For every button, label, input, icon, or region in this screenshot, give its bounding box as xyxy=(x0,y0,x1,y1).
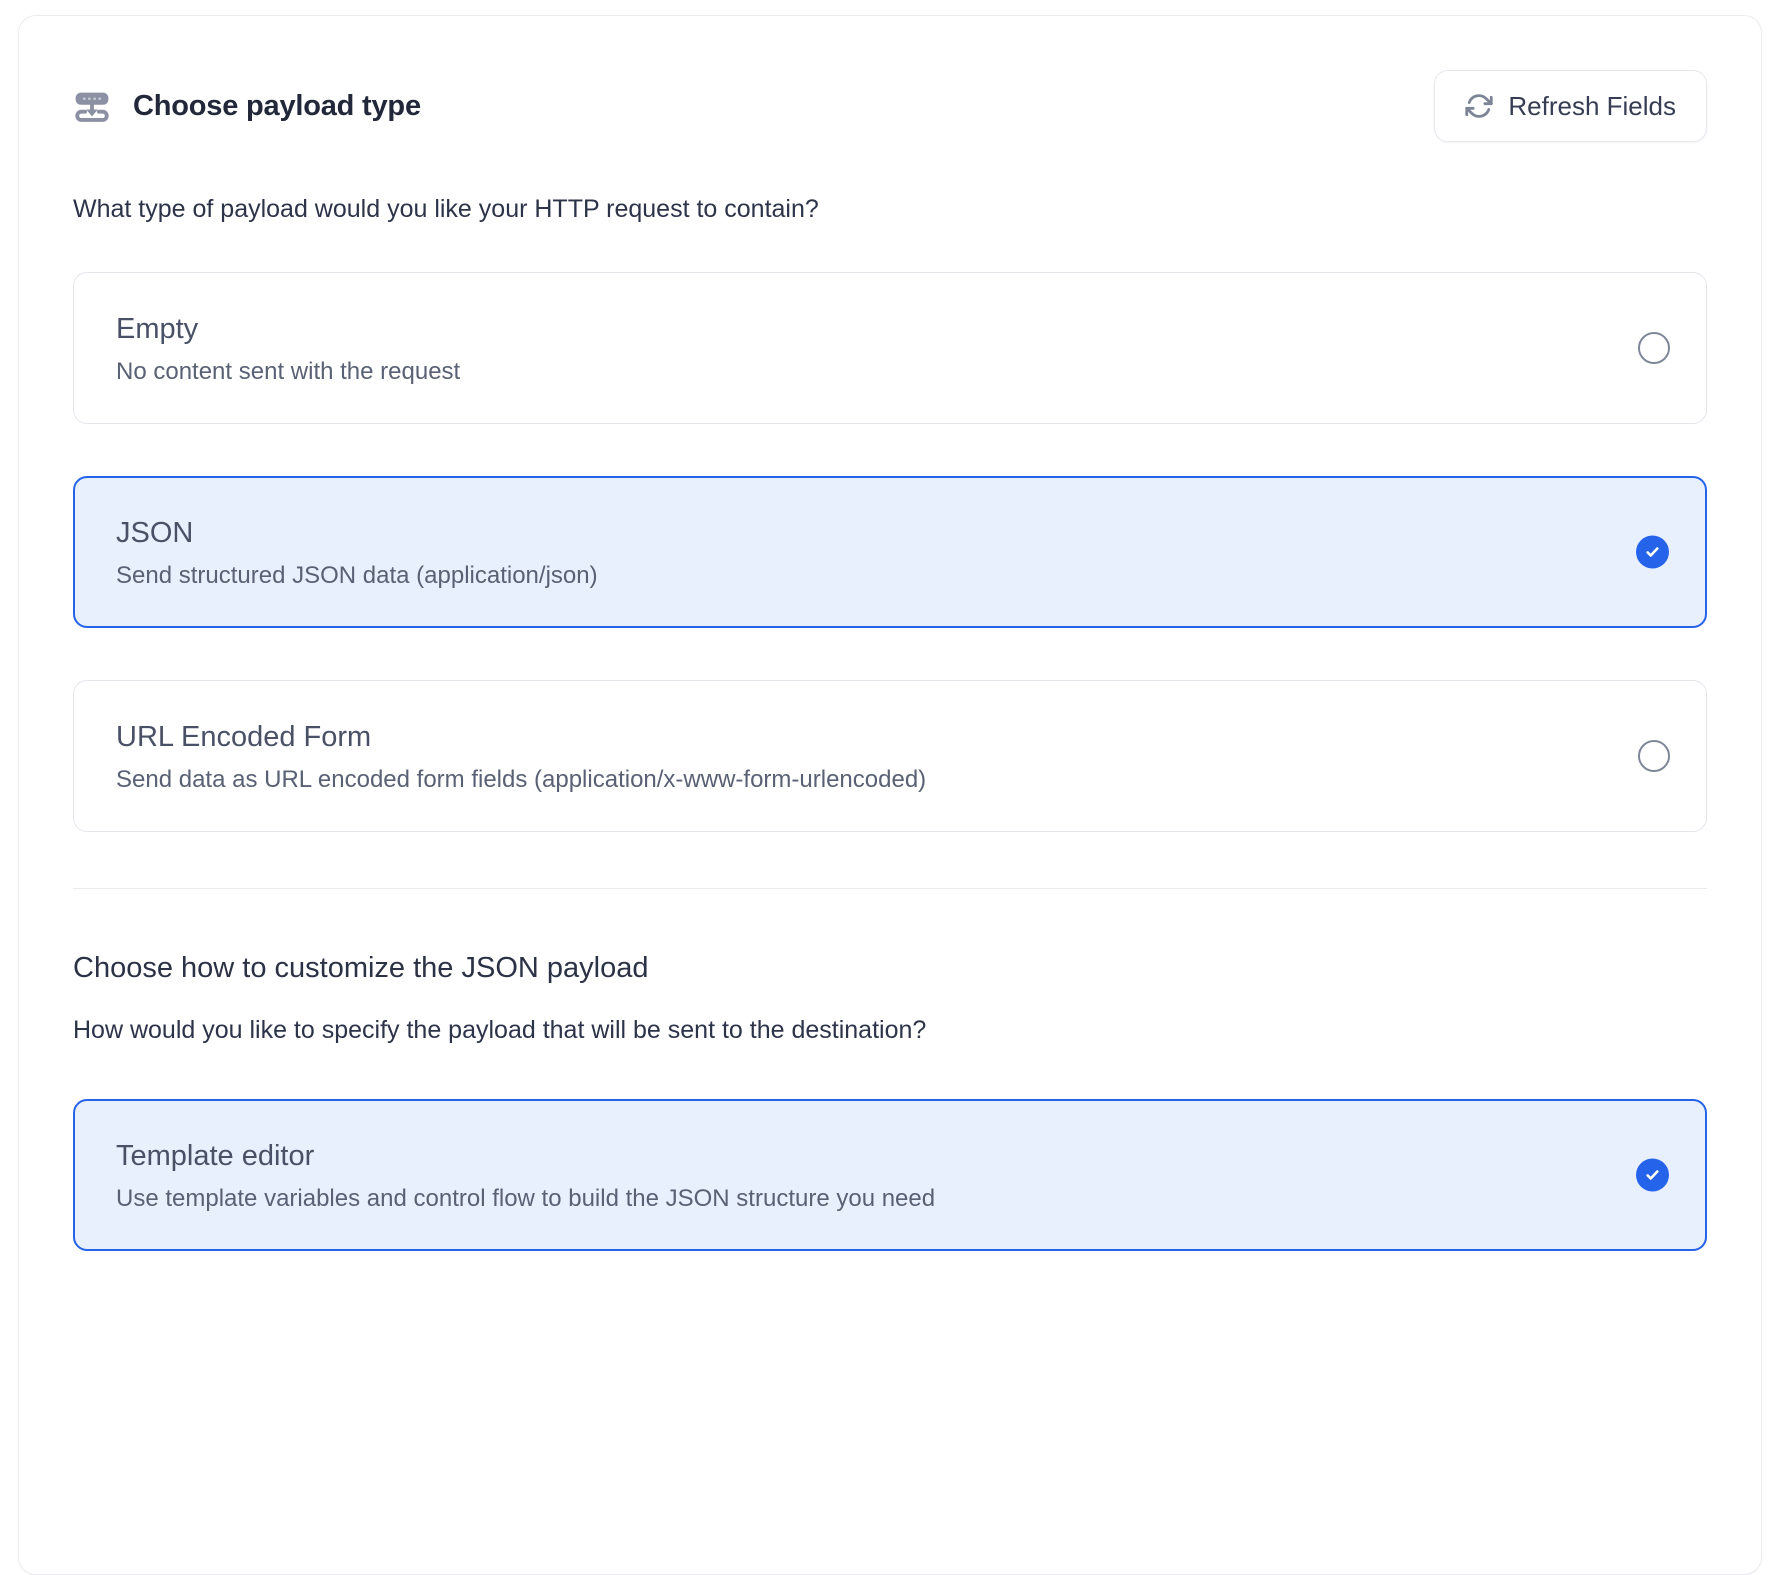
option-description: Send data as URL encoded form fields (ap… xyxy=(116,765,1586,795)
customize-question: How would you like to specify the payloa… xyxy=(73,1013,1707,1047)
option-title: JSON xyxy=(116,513,1586,553)
option-description: No content sent with the request xyxy=(116,357,1586,387)
customize-options: Template editor Use template variables a… xyxy=(73,1099,1707,1251)
customize-heading: Choose how to customize the JSON payload xyxy=(73,949,1707,987)
option-indicator[interactable] xyxy=(1638,332,1670,364)
payload-type-question: What type of payload would you like your… xyxy=(73,192,1707,226)
refresh-fields-button[interactable]: Refresh Fields xyxy=(1434,70,1707,142)
payload-option-empty[interactable]: Empty No content sent with the request xyxy=(73,272,1707,424)
payload-type-options: Empty No content sent with the request J… xyxy=(73,272,1707,832)
option-description: Use template variables and control flow … xyxy=(116,1184,1586,1214)
refresh-icon xyxy=(1465,92,1493,120)
payload-option-json[interactable]: JSON Send structured JSON data (applicat… xyxy=(73,476,1707,628)
option-title: Empty xyxy=(116,309,1586,349)
radio-circle-icon[interactable] xyxy=(1638,740,1670,772)
panel-header-left: Choose payload type xyxy=(73,89,421,124)
refresh-fields-label: Refresh Fields xyxy=(1508,91,1676,122)
panel-header: Choose payload type Refresh Fields xyxy=(73,70,1707,142)
check-circle-icon[interactable] xyxy=(1636,1159,1669,1192)
page-title: Choose payload type xyxy=(133,90,421,123)
payload-settings-panel: Choose payload type Refresh Fields What … xyxy=(18,15,1762,1575)
payload-tray-icon xyxy=(73,89,111,124)
check-circle-icon[interactable] xyxy=(1636,536,1669,569)
radio-circle-icon[interactable] xyxy=(1638,332,1670,364)
option-indicator[interactable] xyxy=(1638,740,1670,772)
payload-option-url-encoded-form[interactable]: URL Encoded Form Send data as URL encode… xyxy=(73,680,1707,832)
option-indicator[interactable] xyxy=(1636,1159,1669,1192)
option-description: Send structured JSON data (application/j… xyxy=(116,561,1586,591)
customize-option-template-editor[interactable]: Template editor Use template variables a… xyxy=(73,1099,1707,1251)
section-divider xyxy=(73,888,1707,889)
option-title: URL Encoded Form xyxy=(116,717,1586,757)
option-title: Template editor xyxy=(116,1136,1586,1176)
option-indicator[interactable] xyxy=(1636,536,1669,569)
